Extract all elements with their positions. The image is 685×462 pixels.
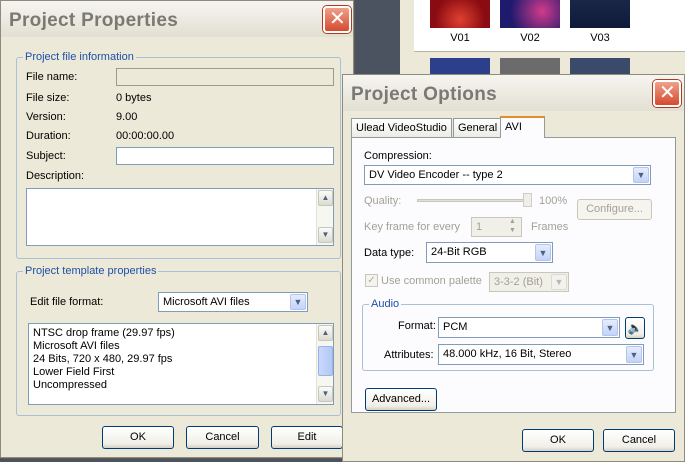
thumbnail-v03[interactable]	[570, 0, 630, 28]
data-type-label: Data type:	[364, 247, 415, 259]
project-template-legend: Project template properties	[25, 265, 157, 277]
description-label: Description:	[26, 170, 85, 182]
keyframe-spinner[interactable]: 1 ▲ ▼	[471, 217, 522, 237]
project-properties-cancel-button[interactable]: Cancel	[186, 426, 259, 449]
advanced-button[interactable]: Advanced...	[365, 388, 437, 411]
palette-select[interactable]: 3-3-2 (Bit) ▼	[489, 272, 569, 292]
compression-value: DV Video Encoder -- type 2	[369, 169, 503, 181]
file-name-label: File name:	[26, 71, 78, 83]
edit-file-format-value: Microsoft AVI files	[163, 296, 250, 308]
quality-slider-track	[417, 199, 529, 202]
project-options-titlebar[interactable]: Project Options ✕	[343, 75, 684, 111]
spin-up-icon[interactable]: ▲	[509, 218, 516, 225]
spin-down-icon[interactable]: ▼	[509, 227, 516, 234]
file-size-value: 0 bytes	[116, 92, 152, 104]
template-detail-line: Lower Field First	[33, 366, 115, 378]
version-value: 9.00	[116, 111, 138, 123]
scroll-up-icon[interactable]: ▲	[318, 325, 333, 341]
quality-label: Quality:	[364, 195, 402, 207]
project-options-title: Project Options	[351, 84, 497, 105]
audio-attributes-value: 48.000 kHz, 16 Bit, Stereo	[443, 348, 572, 360]
file-size-label: File size:	[26, 92, 70, 104]
template-detail-line: Uncompressed	[33, 379, 107, 391]
audio-format-value: PCM	[443, 321, 468, 333]
project-properties-edit-button[interactable]: Edit	[271, 426, 343, 449]
thumbnail-strip: V01 V02 V03	[414, 0, 685, 52]
project-properties-titlebar[interactable]: Project Properties ✕	[1, 1, 353, 37]
project-options-dialog: Project Options ✕ Ulead VideoStudio Gene…	[342, 74, 685, 462]
thumbnail-v02[interactable]	[500, 0, 560, 28]
compression-select[interactable]: DV Video Encoder -- type 2 ▼	[364, 165, 651, 185]
tab-avi[interactable]: AVI	[500, 116, 545, 138]
chevron-down-icon[interactable]: ▼	[626, 346, 642, 363]
file-name-field	[116, 68, 334, 86]
scroll-down-icon[interactable]: ▼	[318, 386, 333, 402]
duration-label: Duration:	[26, 130, 71, 142]
scroll-thumb[interactable]	[318, 346, 333, 376]
use-palette-label: Use common palette	[381, 275, 482, 287]
chevron-down-icon[interactable]: ▼	[551, 274, 567, 290]
template-detail-line: NTSC drop frame (29.97 fps)	[33, 327, 175, 339]
chevron-down-icon[interactable]: ▼	[290, 294, 306, 310]
edit-file-format-select[interactable]: Microsoft AVI files ▼	[158, 292, 308, 312]
speaker-icon[interactable]: 🔈	[625, 317, 645, 339]
quality-value: 100%	[539, 195, 568, 207]
use-palette-checkbox[interactable]: ✓	[365, 274, 378, 287]
audio-attributes-select[interactable]: 48.000 kHz, 16 Bit, Stereo ▼	[438, 344, 644, 365]
thumbnail-label-v01: V01	[450, 32, 470, 44]
template-details-list: NTSC drop frame (29.97 fps) Microsoft AV…	[28, 323, 334, 405]
close-icon: ✕	[659, 82, 676, 104]
chevron-down-icon[interactable]: ▼	[535, 244, 551, 261]
quality-slider-thumb[interactable]	[523, 193, 532, 207]
project-properties-ok-button[interactable]: OK	[102, 426, 174, 449]
edit-file-format-label: Edit file format:	[30, 296, 104, 308]
thumbnail-row2-2[interactable]	[500, 58, 560, 75]
audio-legend: Audio	[371, 298, 400, 310]
keyframe-value: 1	[476, 221, 483, 233]
project-options-close-button[interactable]: ✕	[653, 80, 681, 107]
thumbnail-row2-1[interactable]	[430, 58, 490, 75]
project-properties-title: Project Properties	[9, 10, 179, 31]
audio-attributes-label: Attributes:	[384, 349, 434, 361]
thumbnail-label-v02: V02	[520, 32, 540, 44]
scroll-up-icon[interactable]: ▲	[318, 190, 333, 206]
project-properties-dialog: Project Properties ✕ Project file inform…	[0, 0, 354, 458]
data-type-value: 24-Bit RGB	[431, 246, 487, 258]
description-textarea[interactable]	[26, 188, 334, 246]
project-options-ok-button[interactable]: OK	[522, 429, 594, 452]
close-icon: ✕	[329, 8, 346, 30]
data-type-select[interactable]: 24-Bit RGB ▼	[426, 242, 553, 263]
audio-format-select[interactable]: PCM ▼	[438, 317, 620, 338]
subject-input[interactable]	[116, 147, 334, 165]
thumbnail-row2-3[interactable]	[570, 58, 630, 75]
thumbnail-v01[interactable]	[430, 0, 490, 28]
keyframe-unit: Frames	[531, 221, 569, 233]
duration-value: 00:00:00.00	[116, 130, 175, 142]
configure-button[interactable]: Configure...	[577, 199, 652, 220]
audio-format-label: Format:	[398, 320, 436, 332]
template-detail-line: 24 Bits, 720 x 480, 29.97 fps	[33, 353, 173, 365]
subject-label: Subject:	[26, 150, 66, 162]
template-details-scrollbar[interactable]: ▲ ▼	[316, 324, 333, 404]
description-scrollbar[interactable]: ▲ ▼	[316, 189, 333, 245]
tab-general[interactable]: General	[453, 118, 503, 138]
compression-label: Compression:	[364, 150, 432, 162]
project-options-cancel-button[interactable]: Cancel	[603, 429, 675, 452]
tab-ulead-videostudio[interactable]: Ulead VideoStudio	[351, 118, 452, 138]
template-detail-line: Microsoft AVI files	[33, 340, 120, 352]
version-label: Version:	[26, 111, 66, 123]
scroll-down-icon[interactable]: ▼	[318, 227, 333, 243]
thumbnail-label-v03: V03	[590, 32, 610, 44]
chevron-down-icon[interactable]: ▼	[602, 319, 618, 336]
palette-value: 3-3-2 (Bit)	[494, 276, 543, 288]
project-file-info-legend: Project file information	[25, 51, 134, 63]
keyframe-label: Key frame for every	[364, 221, 460, 233]
project-properties-close-button[interactable]: ✕	[323, 6, 351, 33]
chevron-down-icon[interactable]: ▼	[633, 167, 649, 183]
